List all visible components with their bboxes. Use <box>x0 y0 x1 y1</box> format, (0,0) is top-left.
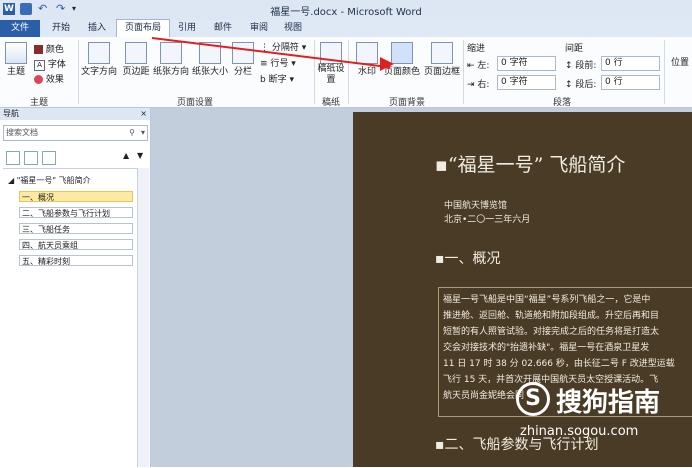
orientation-button[interactable]: 纸张方向 <box>152 42 190 77</box>
doc-org: 中国航天博览馆 <box>444 201 508 211</box>
indent-right-label: ⇥ 右: <box>467 80 490 90</box>
doc-paragraph-line: 推进舱、返回舱、轨道舱和附加段组成。升空后再和目 <box>443 311 660 321</box>
title-bar: W ↶ ↷ ▾ 福星一号.docx - Microsoft Word <box>0 0 692 21</box>
position-button[interactable]: 位置 <box>668 55 692 68</box>
tab-page-layout[interactable]: 页面布局 <box>116 19 170 37</box>
nav-heading-item[interactable]: 四、航天员乘组 <box>19 239 133 250</box>
theme-colors-button[interactable]: 颜色 <box>34 42 64 55</box>
group-divider <box>348 40 349 104</box>
tab-references[interactable]: 引用 <box>170 20 204 37</box>
space-after-label: ↕ 段后: <box>565 80 597 90</box>
nav-heading-item[interactable]: 二、飞船参数与飞行计划 <box>19 207 133 218</box>
color-swatch-icon <box>34 45 43 54</box>
page-color-icon <box>391 42 413 64</box>
doc-paragraph-line: 交会对接技术的"抬遗补缺"。福星一号在酒泉卫星发 <box>443 343 650 353</box>
doc-paragraph-line: 福星一号飞船是中国“福星”号系列飞船之一，它是中 <box>443 295 651 305</box>
theme-effects-button[interactable]: 效果 <box>34 72 64 85</box>
doc-heading-1: ▪一、概况 <box>435 251 501 267</box>
nav-search-input[interactable]: 搜索文档 ⚲ ▾ <box>3 125 148 141</box>
paragraph-group-label: 段落 <box>552 98 571 108</box>
themes-button[interactable]: 主题 <box>3 42 29 77</box>
text-direction-button[interactable]: 文字方向 <box>80 42 118 77</box>
space-after-input[interactable]: 0 行 <box>601 75 660 90</box>
text-direction-icon <box>88 42 110 64</box>
page-borders-icon <box>431 42 453 64</box>
doc-paragraph-line: 航天员尚金妮绝会同 <box>443 391 525 401</box>
nav-heading-item[interactable]: 一、概况 <box>19 191 133 202</box>
indent-right-input[interactable]: 0 字符 <box>497 75 556 90</box>
doc-paragraph-line: 短暂的有人照管试验。对接完成之后的任务将是打造太 <box>443 327 660 337</box>
collapse-icon[interactable]: ◢ <box>8 176 14 185</box>
group-divider <box>664 40 665 104</box>
indent-left-input[interactable]: 0 字符 <box>497 56 556 71</box>
close-icon[interactable]: × <box>140 108 147 120</box>
effects-icon <box>34 75 43 84</box>
line-numbers-icon: ≡ <box>260 59 268 69</box>
nav-up-icon[interactable]: ▲ <box>123 151 129 160</box>
indent-left-label: ⇤ 左: <box>467 61 490 71</box>
watermark-icon <box>356 42 378 64</box>
page-setup-group-label: 页面设置 <box>176 98 213 108</box>
watermark-button[interactable]: 水印 <box>352 42 382 77</box>
annotation-arrowhead <box>380 57 394 71</box>
space-before-input[interactable]: 0 行 <box>601 56 660 71</box>
tab-file[interactable]: 文件 <box>0 20 40 37</box>
line-numbers-button[interactable]: ≡ 行号 ▾ <box>260 56 296 69</box>
indent-left-icon: ⇤ <box>467 61 475 71</box>
results-view-tab[interactable] <box>42 151 56 165</box>
indent-right-icon: ⇥ <box>467 80 475 90</box>
nav-scrollbar[interactable] <box>137 168 149 467</box>
headings-view-tab[interactable] <box>6 151 20 165</box>
orientation-icon <box>160 42 182 64</box>
window-title: 福星一号.docx - Microsoft Word <box>270 7 422 18</box>
watermark-url: zhinan.sogou.com <box>520 424 639 439</box>
doc-date: 北京•二〇一三年六月 <box>444 215 531 225</box>
space-before-label: ↕ 段前: <box>565 61 597 71</box>
tab-review[interactable]: 审阅 <box>242 20 276 37</box>
hyphenation-icon: b <box>260 75 266 85</box>
nav-down-icon[interactable]: ▼ <box>137 151 143 160</box>
search-icon[interactable]: ⚲ <box>129 126 135 140</box>
themes-icon <box>5 42 27 64</box>
sogou-logo-icon: S <box>516 382 550 416</box>
nav-header: 导航 × <box>0 108 150 120</box>
theme-fonts-button[interactable]: A 字体 <box>34 57 66 71</box>
navigation-pane: 导航 × 搜索文档 ⚲ ▾ ▲ ▼ ◢ "福星一号" 飞船简介 一、概况 二、飞船参数… <box>0 108 151 467</box>
group-divider <box>463 40 464 104</box>
tab-insert[interactable]: 插入 <box>80 20 114 37</box>
page-borders-button[interactable]: 页面边框 <box>422 42 462 77</box>
manuscript-settings-button[interactable]: 稿纸设置 <box>316 42 346 86</box>
group-divider <box>78 40 79 104</box>
pages-view-tab[interactable] <box>24 151 38 165</box>
indent-heading: 缩进 <box>467 44 486 54</box>
font-a-icon: A <box>34 60 45 71</box>
hyphenation-button[interactable]: b 断字 ▾ <box>260 72 294 85</box>
ribbon: 主题 颜色 A 字体 效果 主题 文字方向 页边距 纸张方向 纸张大小 分栏 ⋮… <box>0 37 692 108</box>
nav-heading-item[interactable]: 五、精彩时刻 <box>19 255 133 266</box>
tab-home[interactable]: 开始 <box>44 20 78 37</box>
draft-group-label: 稿纸 <box>321 98 340 108</box>
page-background-group-label: 页面背景 <box>388 98 425 108</box>
doc-paragraph-line: 11 日 17 时 38 分 02.666 秒，由长征二号 F 改进型运载 <box>443 359 675 369</box>
doc-title: ▪“福星一号” 飞船简介 <box>435 154 626 176</box>
nav-heading-item[interactable]: 三、飞船任务 <box>19 223 133 234</box>
watermark-brand: 搜狗指南 <box>556 388 661 418</box>
space-before-icon: ↕ <box>565 61 573 71</box>
tab-mailings[interactable]: 邮件 <box>206 20 240 37</box>
margins-button[interactable]: 页边距 <box>120 42 152 77</box>
tab-view[interactable]: 视图 <box>276 20 310 37</box>
ribbon-tabs: 文件 开始 插入 页面布局 引用 邮件 审阅 视图 <box>0 19 692 37</box>
spacing-heading: 间距 <box>565 44 584 54</box>
space-after-icon: ↕ <box>565 80 573 90</box>
columns-icon <box>232 42 254 64</box>
margins-icon <box>125 42 147 64</box>
chevron-down-icon[interactable]: ▾ <box>141 126 145 140</box>
group-divider <box>314 40 315 104</box>
themes-group-label: 主题 <box>29 98 48 108</box>
nav-root-item[interactable]: ◢ "福星一号" 飞船简介 <box>8 175 91 186</box>
